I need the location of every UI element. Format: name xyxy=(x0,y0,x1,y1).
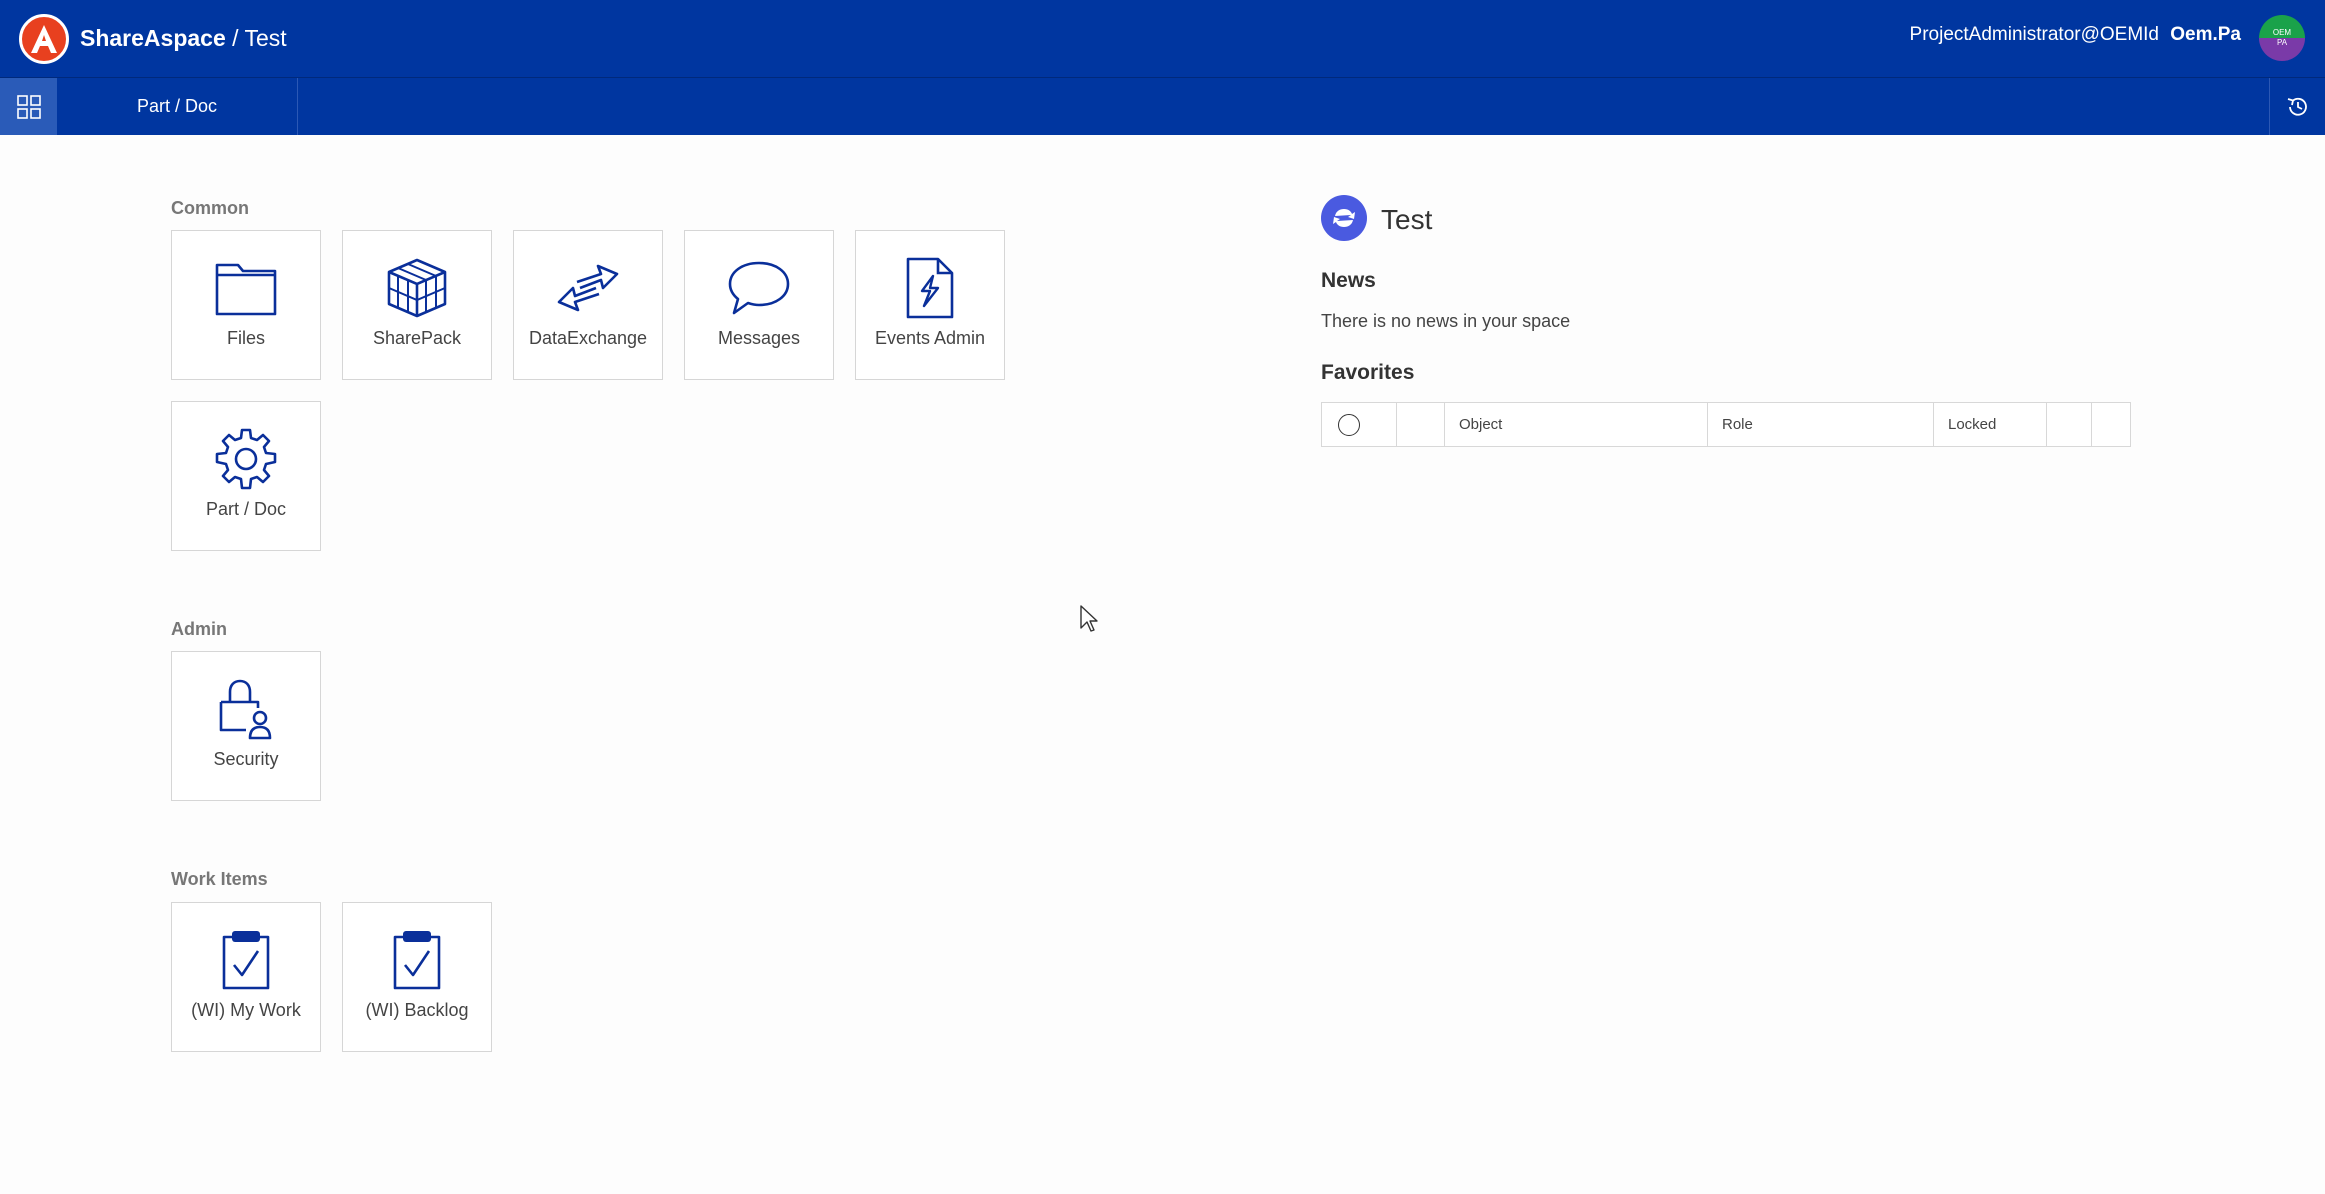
speech-bubble-icon xyxy=(724,253,794,323)
avatar[interactable]: OEM PA xyxy=(2259,15,2305,61)
breadcrumb-separator: / xyxy=(225,25,245,51)
user-name[interactable]: Oem.Pa xyxy=(2170,24,2241,46)
history-button[interactable] xyxy=(2269,78,2325,135)
column-header-object[interactable]: Object xyxy=(1445,403,1708,446)
clipboard-check-icon xyxy=(211,925,281,995)
space-icon xyxy=(1321,195,1367,241)
gear-icon xyxy=(211,424,281,494)
tile-label: Security xyxy=(213,749,279,769)
tile-label: SharePack xyxy=(372,328,462,348)
logo-a-icon xyxy=(31,25,57,53)
breadcrumb: ShareAspace / Test xyxy=(80,25,287,52)
tile-part-doc[interactable]: Part / Doc xyxy=(171,401,321,551)
tile-label: Messages xyxy=(717,328,801,348)
select-all-cell xyxy=(1322,403,1397,446)
folder-icon xyxy=(211,253,281,323)
section-label-work-items: Work Items xyxy=(171,869,268,889)
tile-dataexchange[interactable]: DataExchange xyxy=(513,230,663,380)
tile-messages[interactable]: Messages xyxy=(684,230,834,380)
tile-label: Part / Doc xyxy=(205,499,287,519)
tile-my-work[interactable]: (WI) My Work xyxy=(171,902,321,1052)
exchange-arrows-icon xyxy=(553,253,623,323)
navigation-bar: Part / Doc xyxy=(0,77,2325,135)
tile-files[interactable]: Files xyxy=(171,230,321,380)
shareaspace-logo[interactable] xyxy=(19,14,69,64)
apps-button[interactable] xyxy=(0,78,57,135)
grid-icon xyxy=(16,94,41,119)
tile-label: (WI) My Work xyxy=(191,1000,301,1020)
clipboard-check-icon xyxy=(382,925,452,995)
tile-security[interactable]: Security xyxy=(171,651,321,801)
favorites-heading: Favorites xyxy=(1321,361,1415,384)
select-all-radio[interactable] xyxy=(1338,413,1360,436)
column-header-locked[interactable]: Locked xyxy=(1934,403,2047,446)
section-label-admin: Admin xyxy=(171,619,227,639)
avatar-bottom-text: PA xyxy=(2276,38,2288,47)
cube-package-icon xyxy=(382,253,452,323)
tile-label: (WI) Backlog xyxy=(365,1000,469,1020)
user-email[interactable]: ProjectAdministrator@OEMId xyxy=(1910,24,2159,46)
tile-label: Events Admin xyxy=(874,328,986,348)
tile-sharepack[interactable]: SharePack xyxy=(342,230,492,380)
tile-events-admin[interactable]: Events Admin xyxy=(855,230,1005,380)
column-header-role[interactable]: Role xyxy=(1708,403,1934,446)
history-icon xyxy=(2287,97,2307,116)
tile-label: DataExchange xyxy=(528,328,648,348)
tab-part-doc[interactable]: Part / Doc xyxy=(57,78,298,135)
brand-name[interactable]: ShareAspace xyxy=(80,25,226,51)
icon-column-header xyxy=(1397,403,1445,446)
lightning-document-icon xyxy=(895,253,965,323)
column-header-extra xyxy=(2047,403,2092,446)
tile-label: Files xyxy=(226,328,265,348)
favorites-table: Object Role Locked xyxy=(1321,402,2131,447)
space-name[interactable]: Test xyxy=(245,25,287,51)
section-label-common: Common xyxy=(171,198,249,218)
sync-arrows-icon xyxy=(1333,209,1355,227)
news-empty-text: There is no news in your space xyxy=(1321,311,1571,331)
tile-backlog[interactable]: (WI) Backlog xyxy=(342,902,492,1052)
lock-user-icon xyxy=(211,674,281,744)
news-heading: News xyxy=(1321,269,1376,292)
mouse-cursor-icon xyxy=(1080,605,1098,632)
space-title: Test xyxy=(1381,204,1433,235)
avatar-top-text: OEM xyxy=(2272,28,2292,37)
top-bar: ShareAspace / Test ProjectAdministrator@… xyxy=(0,0,2325,77)
